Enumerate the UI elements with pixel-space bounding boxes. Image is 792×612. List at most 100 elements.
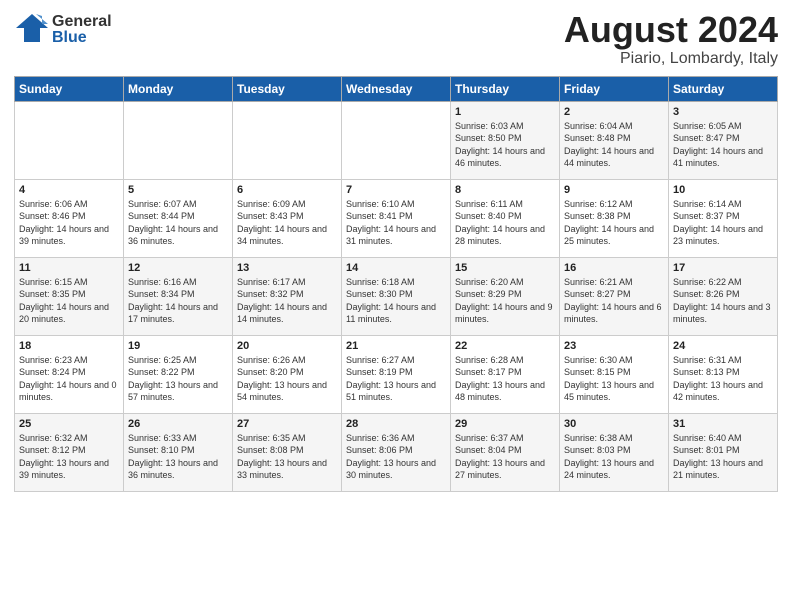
day-info: Sunrise: 6:07 AM Sunset: 8:44 PM Dayligh… (128, 198, 228, 248)
day-info: Sunrise: 6:17 AM Sunset: 8:32 PM Dayligh… (237, 276, 337, 326)
day-info: Sunrise: 6:15 AM Sunset: 8:35 PM Dayligh… (19, 276, 119, 326)
day-info: Sunrise: 6:40 AM Sunset: 8:01 PM Dayligh… (673, 432, 773, 482)
day-number: 3 (673, 106, 773, 118)
day-info: Sunrise: 6:32 AM Sunset: 8:12 PM Dayligh… (19, 432, 119, 482)
header-row: Sunday Monday Tuesday Wednesday Thursday… (15, 76, 778, 101)
logo-text: General Blue (52, 14, 112, 46)
day-info: Sunrise: 6:30 AM Sunset: 8:15 PM Dayligh… (564, 354, 664, 404)
day-info: Sunrise: 6:22 AM Sunset: 8:26 PM Dayligh… (673, 276, 773, 326)
calendar-cell: 16 Sunrise: 6:21 AM Sunset: 8:27 PM Dayli… (560, 257, 669, 335)
calendar-cell: 23Sunrise: 6:30 AM Sunset: 8:15 PM Dayli… (560, 335, 669, 413)
week-row-5: 25 Sunrise: 6:32 AM Sunset: 8:12 PM Dayli… (15, 413, 778, 491)
day-info: Sunrise: 6:10 AM Sunset: 8:41 PM Dayligh… (346, 198, 446, 248)
day-number: 29 (455, 418, 555, 430)
calendar-cell: 29 Sunrise: 6:37 AM Sunset: 8:04 PM Dayli… (451, 413, 560, 491)
calendar-cell: 17 Sunrise: 6:22 AM Sunset: 8:26 PM Dayli… (669, 257, 778, 335)
logo-icon (14, 10, 50, 50)
calendar-cell: 6 Sunrise: 6:09 AM Sunset: 8:43 PM Daylig… (233, 179, 342, 257)
day-number: 30 (564, 418, 664, 430)
day-number: 12 (128, 262, 228, 274)
day-number: 22 (455, 340, 555, 352)
day-number: 11 (19, 262, 119, 274)
calendar-cell: 13 Sunrise: 6:17 AM Sunset: 8:32 PM Dayli… (233, 257, 342, 335)
calendar-cell (342, 101, 451, 179)
day-number: 8 (455, 184, 555, 196)
day-info: Sunrise: 6:14 AM Sunset: 8:37 PM Dayligh… (673, 198, 773, 248)
calendar-cell: 31 Sunrise: 6:40 AM Sunset: 8:01 PM Dayli… (669, 413, 778, 491)
day-info: Sunrise: 6:09 AM Sunset: 8:43 PM Dayligh… (237, 198, 337, 248)
day-number: 18 (19, 340, 119, 352)
calendar-cell: 25 Sunrise: 6:32 AM Sunset: 8:12 PM Dayli… (15, 413, 124, 491)
col-sunday: Sunday (15, 76, 124, 101)
day-number: 27 (237, 418, 337, 430)
calendar-cell: 14Sunrise: 6:18 AM Sunset: 8:30 PM Dayli… (342, 257, 451, 335)
day-number: 17 (673, 262, 773, 274)
calendar-cell: 5 Sunrise: 6:07 AM Sunset: 8:44 PM Daylig… (124, 179, 233, 257)
day-info: Sunrise: 6:18 AM Sunset: 8:30 PM Dayligh… (346, 276, 446, 326)
calendar-cell: 3Sunrise: 6:05 AM Sunset: 8:47 PM Daylig… (669, 101, 778, 179)
day-info: Sunrise: 6:03 AM Sunset: 8:50 PM Dayligh… (455, 120, 555, 170)
calendar-table: Sunday Monday Tuesday Wednesday Thursday… (14, 76, 778, 492)
calendar-cell: 21Sunrise: 6:27 AM Sunset: 8:19 PM Dayli… (342, 335, 451, 413)
col-monday: Monday (124, 76, 233, 101)
day-info: Sunrise: 6:38 AM Sunset: 8:03 PM Dayligh… (564, 432, 664, 482)
calendar-cell: 7Sunrise: 6:10 AM Sunset: 8:41 PM Daylig… (342, 179, 451, 257)
calendar-cell: 8 Sunrise: 6:11 AM Sunset: 8:40 PM Daylig… (451, 179, 560, 257)
day-info: Sunrise: 6:21 AM Sunset: 8:27 PM Dayligh… (564, 276, 664, 326)
day-number: 26 (128, 418, 228, 430)
header: General Blue August 2024 Piario, Lombard… (14, 10, 778, 68)
col-wednesday: Wednesday (342, 76, 451, 101)
day-number: 5 (128, 184, 228, 196)
day-number: 1 (455, 106, 555, 118)
day-number: 16 (564, 262, 664, 274)
logo-blue: Blue (52, 30, 112, 46)
calendar-container: General Blue August 2024 Piario, Lombard… (0, 0, 792, 612)
week-row-4: 18 Sunrise: 6:23 AM Sunset: 8:24 PM Dayli… (15, 335, 778, 413)
calendar-cell: 19 Sunrise: 6:25 AM Sunset: 8:22 PM Dayli… (124, 335, 233, 413)
day-info: Sunrise: 6:26 AM Sunset: 8:20 PM Dayligh… (237, 354, 337, 404)
day-info: Sunrise: 6:37 AM Sunset: 8:04 PM Dayligh… (455, 432, 555, 482)
day-info: Sunrise: 6:12 AM Sunset: 8:38 PM Dayligh… (564, 198, 664, 248)
col-saturday: Saturday (669, 76, 778, 101)
calendar-cell: 27 Sunrise: 6:35 AM Sunset: 8:08 PM Dayli… (233, 413, 342, 491)
day-info: Sunrise: 6:11 AM Sunset: 8:40 PM Dayligh… (455, 198, 555, 248)
day-number: 24 (673, 340, 773, 352)
calendar-cell: 18 Sunrise: 6:23 AM Sunset: 8:24 PM Dayli… (15, 335, 124, 413)
calendar-cell: 24Sunrise: 6:31 AM Sunset: 8:13 PM Dayli… (669, 335, 778, 413)
day-info: Sunrise: 6:16 AM Sunset: 8:34 PM Dayligh… (128, 276, 228, 326)
calendar-cell: 11 Sunrise: 6:15 AM Sunset: 8:35 PM Dayli… (15, 257, 124, 335)
day-number: 4 (19, 184, 119, 196)
day-info: Sunrise: 6:06 AM Sunset: 8:46 PM Dayligh… (19, 198, 119, 248)
day-number: 25 (19, 418, 119, 430)
calendar-cell: 15Sunrise: 6:20 AM Sunset: 8:29 PM Dayli… (451, 257, 560, 335)
week-row-2: 4 Sunrise: 6:06 AM Sunset: 8:46 PM Daylig… (15, 179, 778, 257)
week-row-1: 1 Sunrise: 6:03 AM Sunset: 8:50 PM Daylig… (15, 101, 778, 179)
calendar-cell: 4 Sunrise: 6:06 AM Sunset: 8:46 PM Daylig… (15, 179, 124, 257)
calendar-cell (15, 101, 124, 179)
calendar-cell (233, 101, 342, 179)
calendar-cell: 22 Sunrise: 6:28 AM Sunset: 8:17 PM Dayli… (451, 335, 560, 413)
calendar-cell: 10Sunrise: 6:14 AM Sunset: 8:37 PM Dayli… (669, 179, 778, 257)
calendar-cell: 2Sunrise: 6:04 AM Sunset: 8:48 PM Daylig… (560, 101, 669, 179)
day-info: Sunrise: 6:33 AM Sunset: 8:10 PM Dayligh… (128, 432, 228, 482)
calendar-cell: 26 Sunrise: 6:33 AM Sunset: 8:10 PM Dayli… (124, 413, 233, 491)
logo-general: General (52, 14, 112, 30)
calendar-cell: 1 Sunrise: 6:03 AM Sunset: 8:50 PM Daylig… (451, 101, 560, 179)
day-number: 13 (237, 262, 337, 274)
day-number: 31 (673, 418, 773, 430)
day-number: 19 (128, 340, 228, 352)
day-info: Sunrise: 6:23 AM Sunset: 8:24 PM Dayligh… (19, 354, 119, 404)
day-info: Sunrise: 6:25 AM Sunset: 8:22 PM Dayligh… (128, 354, 228, 404)
month-year-title: August 2024 (564, 10, 778, 50)
day-info: Sunrise: 6:28 AM Sunset: 8:17 PM Dayligh… (455, 354, 555, 404)
title-block: August 2024 Piario, Lombardy, Italy (564, 10, 778, 68)
calendar-cell (124, 101, 233, 179)
day-number: 6 (237, 184, 337, 196)
col-thursday: Thursday (451, 76, 560, 101)
day-info: Sunrise: 6:35 AM Sunset: 8:08 PM Dayligh… (237, 432, 337, 482)
calendar-body: 1 Sunrise: 6:03 AM Sunset: 8:50 PM Daylig… (15, 101, 778, 491)
day-info: Sunrise: 6:36 AM Sunset: 8:06 PM Dayligh… (346, 432, 446, 482)
calendar-cell: 30 Sunrise: 6:38 AM Sunset: 8:03 PM Dayli… (560, 413, 669, 491)
logo: General Blue (14, 10, 112, 50)
calendar-cell: 28Sunrise: 6:36 AM Sunset: 8:06 PM Dayli… (342, 413, 451, 491)
